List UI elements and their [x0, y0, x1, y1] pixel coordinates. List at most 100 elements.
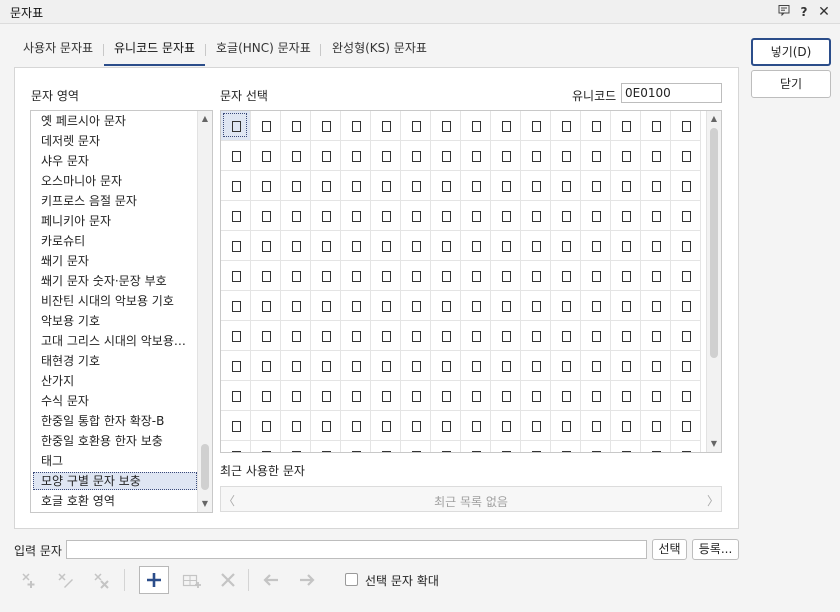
right-arrow-icon[interactable] [292, 566, 322, 594]
grid-cell[interactable] [311, 411, 341, 441]
grid-cell[interactable] [641, 351, 671, 381]
grid-cell[interactable] [371, 411, 401, 441]
grid-cell[interactable] [401, 441, 431, 452]
scroll-down-icon[interactable]: ▼ [707, 437, 721, 451]
grid-cell[interactable] [371, 441, 401, 452]
grid-cell[interactable] [311, 351, 341, 381]
grid-cell[interactable] [581, 321, 611, 351]
grid-cell[interactable] [221, 441, 251, 452]
list-item[interactable]: 수식 문자 [33, 392, 197, 410]
grid-cell[interactable] [311, 231, 341, 261]
grid-cell[interactable] [491, 171, 521, 201]
list-item[interactable]: 한중일 호환용 한자 보충 [33, 432, 197, 450]
grid-cell[interactable] [551, 171, 581, 201]
grid-cell[interactable] [641, 261, 671, 291]
grid-cell[interactable] [431, 381, 461, 411]
grid-cell[interactable] [251, 231, 281, 261]
grid-cell[interactable] [611, 411, 641, 441]
grid-cell[interactable] [431, 411, 461, 441]
grid-cell[interactable] [551, 231, 581, 261]
grid-cell[interactable] [431, 351, 461, 381]
grid-cell[interactable] [461, 201, 491, 231]
grid-cell[interactable] [641, 291, 671, 321]
grid-cell[interactable] [551, 351, 581, 381]
grid-cell[interactable] [281, 201, 311, 231]
grid-cell[interactable] [251, 441, 281, 452]
grid-cell[interactable] [461, 291, 491, 321]
help-icon[interactable]: ? [796, 4, 812, 20]
grid-cell[interactable] [251, 351, 281, 381]
grid-cell[interactable] [491, 441, 521, 452]
grid-cell[interactable] [431, 291, 461, 321]
grid-cell[interactable] [461, 111, 491, 141]
grid-cell[interactable] [521, 441, 551, 452]
scroll-thumb[interactable] [201, 444, 209, 490]
list-item[interactable]: 한중일 통합 한자 확장-B [33, 412, 197, 430]
scroll-down-icon[interactable]: ▼ [198, 497, 212, 511]
grid-cell[interactable] [221, 291, 251, 321]
grid-cell[interactable] [311, 171, 341, 201]
grid-cell[interactable] [581, 441, 611, 452]
list-item[interactable]: 비잔틴 시대의 악보용 기호 [33, 292, 197, 310]
grid-cell[interactable] [341, 261, 371, 291]
grid-cell[interactable] [341, 411, 371, 441]
comment-icon[interactable] [776, 4, 792, 20]
grid-cell[interactable] [251, 411, 281, 441]
grid-cell[interactable] [401, 381, 431, 411]
grid-cell[interactable] [311, 441, 341, 452]
area-list-scrollbar[interactable]: ▲ ▼ [197, 111, 212, 512]
grid-cell[interactable] [581, 111, 611, 141]
grid-cell[interactable] [371, 231, 401, 261]
close-button[interactable]: 닫기 [751, 70, 831, 98]
grid-cell[interactable] [521, 171, 551, 201]
grid-cell[interactable] [341, 381, 371, 411]
edit-user-set-icon[interactable] [50, 566, 80, 594]
grid-cell[interactable] [581, 381, 611, 411]
grid-cell[interactable] [581, 201, 611, 231]
grid-cell[interactable] [521, 321, 551, 351]
list-item[interactable]: 산가지 [33, 372, 197, 390]
tab-hnc-charset[interactable]: 호글(HNC) 문자표 [216, 36, 311, 66]
grid-cell[interactable] [611, 141, 641, 171]
left-arrow-icon[interactable] [256, 566, 286, 594]
grid-cell[interactable] [671, 201, 701, 231]
grid-cell[interactable] [551, 321, 581, 351]
grid-cell[interactable] [281, 171, 311, 201]
grid-cell[interactable] [431, 321, 461, 351]
grid-cell[interactable] [311, 381, 341, 411]
grid-cell[interactable] [341, 321, 371, 351]
delete-icon[interactable] [213, 566, 243, 594]
list-item[interactable]: 고대 그리스 시대의 악보용… [33, 332, 197, 350]
grid-cell[interactable] [431, 261, 461, 291]
grid-cell[interactable] [611, 231, 641, 261]
grid-cell[interactable] [311, 201, 341, 231]
grid-cell[interactable] [491, 321, 521, 351]
close-icon[interactable]: ✕ [816, 4, 832, 20]
grid-cell[interactable] [491, 231, 521, 261]
grid-cell[interactable] [611, 321, 641, 351]
grid-cell[interactable] [371, 321, 401, 351]
grid-cell[interactable] [401, 291, 431, 321]
grid-cell[interactable] [641, 171, 671, 201]
list-item[interactable]: 쐐기 문자 숫자·문장 부호 [33, 272, 197, 290]
grid-cell[interactable] [581, 411, 611, 441]
grid-cell[interactable] [431, 111, 461, 141]
grid-cell[interactable] [221, 171, 251, 201]
grid-cell[interactable] [581, 261, 611, 291]
grid-cell[interactable] [251, 171, 281, 201]
grid-cell[interactable] [671, 411, 701, 441]
grid-cell[interactable] [611, 381, 641, 411]
grid-cell[interactable] [551, 441, 581, 452]
grid-cell[interactable] [431, 141, 461, 171]
grid-cell[interactable] [371, 381, 401, 411]
grid-cell[interactable] [521, 411, 551, 441]
grid-cell[interactable] [221, 381, 251, 411]
list-item[interactable]: 호글 호환 영역 [33, 492, 197, 510]
register-button[interactable]: 등록... [692, 539, 739, 560]
grid-cell[interactable] [401, 171, 431, 201]
grid-cell[interactable] [401, 411, 431, 441]
input-characters-field[interactable] [66, 540, 647, 559]
grid-cell[interactable] [431, 171, 461, 201]
grid-cell[interactable] [521, 381, 551, 411]
area-list[interactable]: 옛 페르시아 문자 데저렛 문자 샤우 문자 오스마니아 문자 키프로스 음절 … [30, 110, 213, 513]
